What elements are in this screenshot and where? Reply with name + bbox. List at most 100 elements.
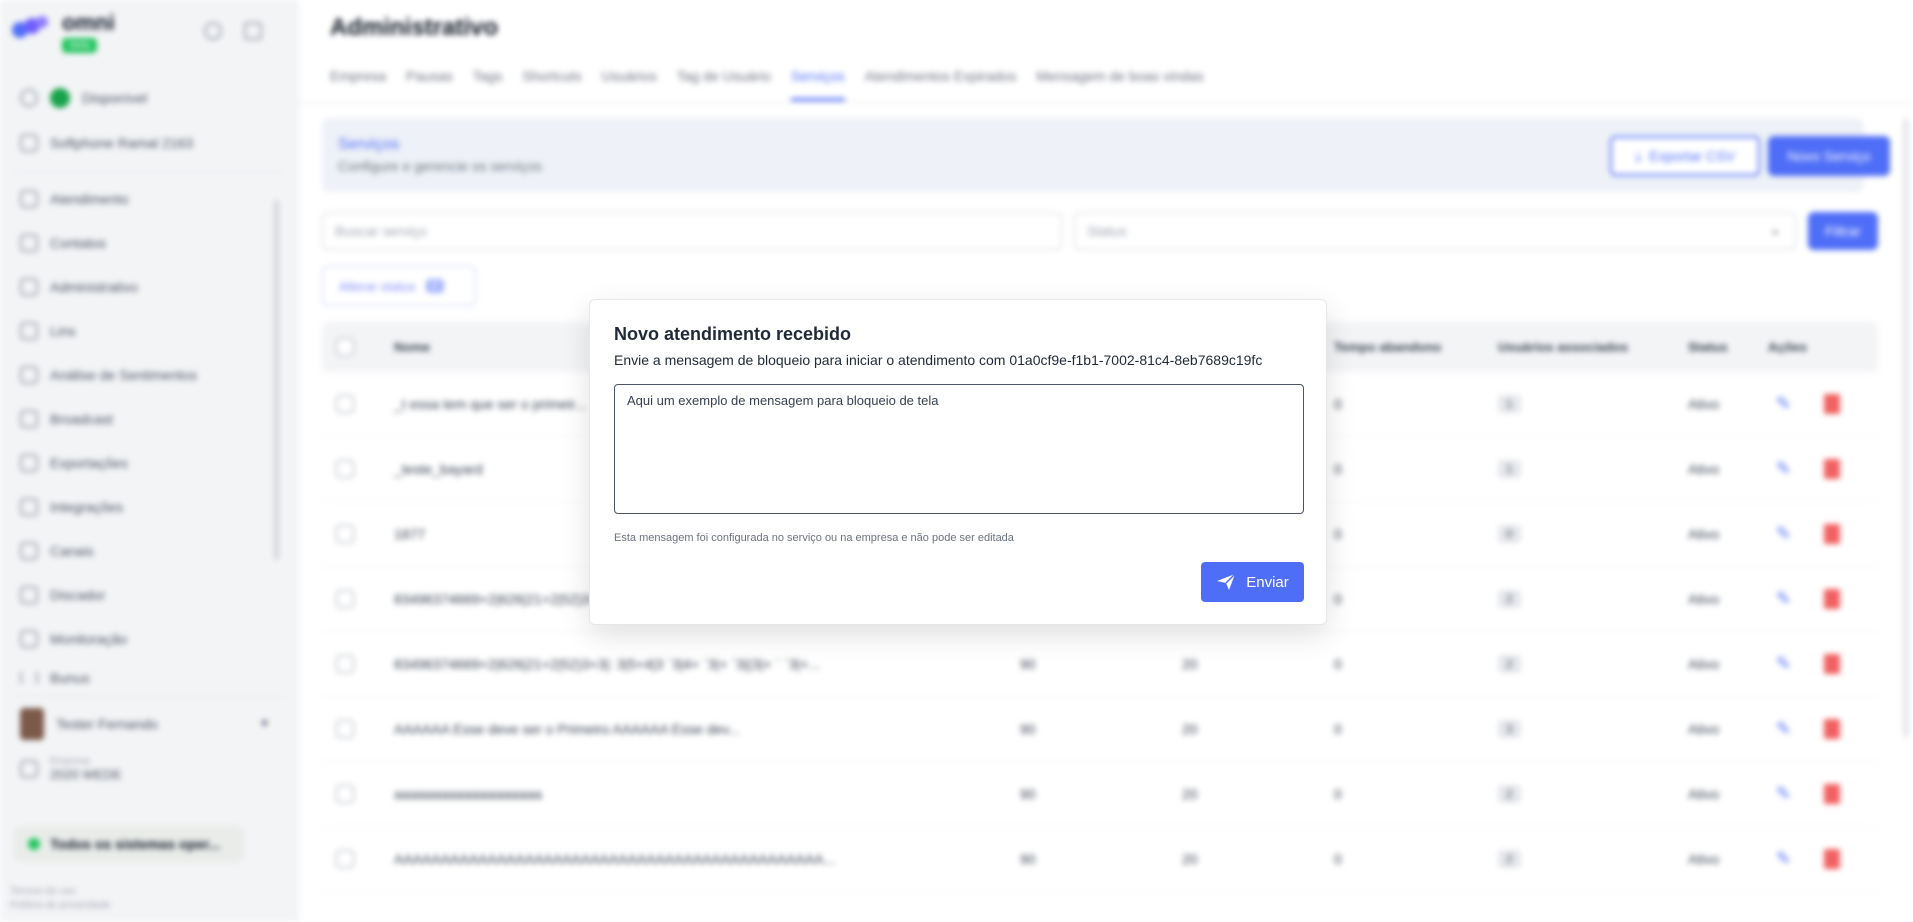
- sidebar-scrollbar[interactable]: [274, 200, 279, 560]
- edit-icon[interactable]: ✎: [1776, 719, 1791, 740]
- trash-icon[interactable]: [1824, 524, 1840, 544]
- tab-atendimentos-expirados[interactable]: Atendimentos Expirados: [865, 68, 1017, 101]
- main-scrollbar[interactable]: [1903, 118, 1909, 738]
- modal-description: Envie a mensagem de bloqueio para inicia…: [614, 352, 1263, 368]
- row-checkbox[interactable]: [336, 850, 354, 868]
- users-badge: 2: [1498, 655, 1521, 673]
- brand-badge: beta: [62, 38, 98, 53]
- cell-name: AAAAAAAAAAAAAAAAAAAAAAAAAAAAAAAAAAAAAAAA…: [394, 851, 836, 867]
- edit-icon[interactable]: ✎: [1776, 849, 1791, 870]
- header-abandon[interactable]: Tempo abandono: [1334, 340, 1441, 355]
- table-row[interactable]: AAAAAAAAAAAAAAAAAAAAAAAAAAAAAAAAAAAAAAAA…: [322, 827, 1878, 892]
- online-status-icon: [50, 88, 70, 108]
- cell-abandon: 0: [1334, 656, 1342, 672]
- sidebar-item-contatos[interactable]: Contatos: [20, 234, 106, 252]
- export-csv-label: Exportar CSV: [1649, 148, 1735, 164]
- export-csv-button[interactable]: ⤓ Exportar CSV: [1610, 136, 1760, 176]
- edit-icon[interactable]: ✎: [1776, 394, 1791, 415]
- sidebar-item-analise[interactable]: Análise de Sentimentos: [20, 366, 197, 384]
- cell-value-2: 20: [1182, 721, 1198, 737]
- header-users[interactable]: Usuários associados: [1498, 340, 1628, 355]
- sidebar-item-monitoracao[interactable]: Monitoração: [20, 630, 127, 648]
- tab-empresa[interactable]: Empresa: [330, 68, 386, 101]
- row-checkbox[interactable]: [336, 720, 354, 738]
- sidebar-item-administrativo[interactable]: Administrativo: [20, 278, 138, 296]
- trash-icon[interactable]: [1824, 784, 1840, 804]
- table-row[interactable]: 83496374669+2|626|21+2|52)3+3|: 3|5+4|3 …: [322, 632, 1878, 697]
- edit-icon[interactable]: ✎: [1776, 589, 1791, 610]
- services-header-card: Serviços Configure e gerencie os serviço…: [322, 118, 1890, 192]
- sidebar-item-discador[interactable]: Discador: [20, 586, 105, 604]
- select-all-checkbox[interactable]: [336, 338, 354, 356]
- trash-icon[interactable]: [1824, 654, 1840, 674]
- sidebar-item-label: Exportações: [50, 455, 128, 471]
- new-service-button[interactable]: Novo Serviço: [1768, 136, 1890, 176]
- cell-value-1: 90: [1020, 786, 1036, 802]
- terms-link[interactable]: Termos de uso: [10, 886, 76, 897]
- header-name[interactable]: Nome: [394, 340, 430, 355]
- softphone-item[interactable]: Softphone Ramal 2163: [20, 134, 193, 152]
- sidebar-item-label: Monitoração: [50, 631, 128, 647]
- change-status-button[interactable]: Alterar status 0: [322, 266, 476, 306]
- table-row[interactable]: aaaaaaaaaaaaaaaaaaa 90 20 0 2 Ativo ✎: [322, 762, 1878, 827]
- sidebar-item-bunus[interactable]: Bunus: [20, 672, 90, 684]
- edit-icon[interactable]: ✎: [1776, 524, 1791, 545]
- new-attendance-modal: Novo atendimento recebido Envie a mensag…: [589, 299, 1327, 625]
- logout-icon[interactable]: [244, 22, 262, 40]
- sidebar-item-atendimento[interactable]: Atendimento: [20, 190, 129, 208]
- trash-icon[interactable]: [1824, 589, 1840, 609]
- tab-pausas[interactable]: Pausas: [406, 68, 453, 101]
- row-checkbox[interactable]: [336, 525, 354, 543]
- status-selector[interactable]: Disponível: [20, 88, 147, 108]
- edit-icon[interactable]: ✎: [1776, 784, 1791, 805]
- sidebar-item-canais[interactable]: Canais: [20, 542, 94, 560]
- trash-icon[interactable]: [1824, 719, 1840, 739]
- send-label: Enviar: [1246, 573, 1289, 591]
- tab-servicos[interactable]: Serviços: [790, 68, 845, 101]
- phone-icon: [20, 134, 38, 152]
- mic-icon: [20, 89, 38, 107]
- row-checkbox[interactable]: [336, 590, 354, 608]
- status-select[interactable]: Status ⌄: [1074, 212, 1796, 250]
- sidebar-item-label: Análise de Sentimentos: [50, 367, 198, 383]
- sidebar-item-broadcast[interactable]: Broadcast: [20, 410, 113, 428]
- row-checkbox[interactable]: [336, 655, 354, 673]
- tab-tags[interactable]: Tags: [473, 68, 503, 101]
- systems-status[interactable]: Todos os sistemas oper...: [14, 826, 244, 862]
- trash-icon[interactable]: [1824, 849, 1840, 869]
- tab-shortcuts[interactable]: Shortcuts: [522, 68, 581, 101]
- tabs-divider: [298, 102, 1913, 103]
- block-message-textarea[interactable]: Aqui um exemplo de mensagem para bloquei…: [614, 384, 1304, 514]
- row-checkbox[interactable]: [336, 395, 354, 413]
- trash-icon[interactable]: [1824, 459, 1840, 479]
- trash-icon[interactable]: [1824, 394, 1840, 414]
- row-checkbox[interactable]: [336, 460, 354, 478]
- tab-usuarios[interactable]: Usuários: [601, 68, 656, 101]
- contacts-icon: [20, 234, 38, 252]
- user-menu[interactable]: Tester Fernando ▼: [20, 708, 270, 740]
- chat-icon: [20, 190, 38, 208]
- sidebar-item-integracoes[interactable]: Integrações: [20, 498, 123, 516]
- sidebar: omni beta Disponível Softphone Ramal 216…: [0, 0, 298, 922]
- edit-icon[interactable]: ✎: [1776, 654, 1791, 675]
- export-icon: [20, 454, 38, 472]
- sidebar-item-exportacoes[interactable]: Exportações: [20, 454, 128, 472]
- header-status[interactable]: Status: [1688, 340, 1728, 355]
- table-row[interactable]: AAAAAA Esse deve ser o Primeiro AAAAAA E…: [322, 697, 1878, 762]
- cell-status: Ativo: [1688, 461, 1720, 477]
- tab-tag-usuario[interactable]: Tag de Usuário: [677, 68, 771, 101]
- sidebar-item-label: Discador: [50, 587, 106, 603]
- privacy-link[interactable]: Política de privacidade: [10, 900, 111, 911]
- search-input[interactable]: Buscar serviço: [322, 212, 1062, 250]
- sidebar-item-lins[interactable]: Lins: [20, 322, 76, 340]
- card-subtitle: Configure e gerencie os serviços: [338, 158, 542, 174]
- cell-value-1: 90: [1020, 851, 1036, 867]
- filter-button[interactable]: Filtrar: [1808, 212, 1878, 250]
- send-button[interactable]: Enviar: [1201, 562, 1304, 602]
- broadcast-icon: [20, 410, 38, 428]
- tab-boas-vindas[interactable]: Mensagem de boas vindas: [1036, 68, 1203, 101]
- bell-icon[interactable]: [204, 22, 222, 40]
- row-checkbox[interactable]: [336, 785, 354, 803]
- edit-icon[interactable]: ✎: [1776, 459, 1791, 480]
- cell-status: Ativo: [1688, 591, 1720, 607]
